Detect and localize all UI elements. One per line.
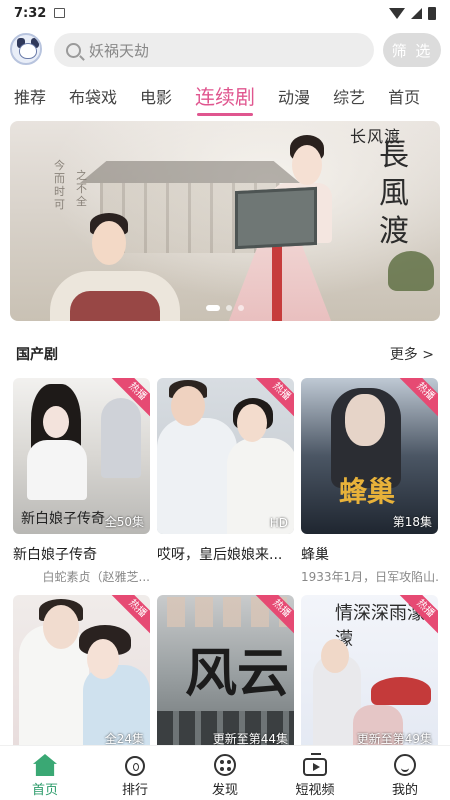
poster-title-art: 蜂巢 (339, 475, 396, 508)
banner-dot[interactable] (226, 305, 232, 311)
drama-title: 蜂巢 (301, 547, 329, 563)
more-link[interactable]: 更多 > (390, 344, 434, 364)
rank-icon (125, 756, 145, 776)
drama-card[interactable]: 新白娘子传奇 热播 全50集 新白娘子传奇 白蛇素贞（赵雅芝... (13, 378, 150, 585)
tab-movies[interactable]: 电影 (140, 78, 172, 108)
tab-puppet-show[interactable]: 布袋戏 (69, 78, 117, 108)
poster-title-art: 新白娘子传奇 (21, 511, 105, 527)
search-input[interactable]: 妖祸天劫 (54, 33, 374, 67)
banner-pagination (10, 305, 440, 311)
wifi-icon (389, 7, 405, 19)
poster-figure-man-head (321, 639, 349, 673)
short-video-icon (303, 758, 327, 776)
search-header: 妖祸天劫 筛 选 (0, 30, 450, 74)
category-tabs: 推荐 布袋戏 电影 连续剧 动漫 综艺 首页 (0, 78, 450, 116)
banner-actress-head (292, 145, 322, 185)
profile-icon (394, 754, 416, 776)
drama-poster[interactable]: 情深深雨濛濛 热播 更新至第49集 (301, 595, 438, 751)
status-time: 7:32 (14, 5, 47, 21)
drama-poster[interactable]: 热播 全24集 (13, 595, 150, 751)
banner-title: 長風渡 (379, 138, 409, 249)
drama-card[interactable]: 风云 热播 更新至第44集 (157, 595, 294, 751)
tab-recommend[interactable]: 推荐 (14, 78, 46, 108)
nav-home-label: 首页 (31, 783, 58, 798)
poster-figure-man (157, 418, 237, 534)
banner-calligraphy-1: 今而时可 (54, 159, 65, 211)
poster-figure-face (43, 406, 69, 438)
signal-icon (411, 7, 422, 19)
nav-short-video-label: 短视频 (295, 783, 335, 798)
section-header: 国产剧 更多 > (16, 342, 434, 366)
search-placeholder: 妖祸天劫 (89, 41, 150, 60)
drama-title: 哎呀，皇后娘娘来... (157, 547, 283, 563)
bottom-navigation: 首页 排行 发现 短视频 我的 (0, 745, 450, 800)
nav-profile[interactable]: 我的 (360, 746, 450, 800)
poster-figure-man (101, 398, 141, 478)
poster-figure-head (345, 394, 385, 446)
tab-anime[interactable]: 动漫 (278, 78, 310, 108)
avatar-face (19, 43, 37, 59)
poster-figure-man-head (43, 605, 79, 649)
nav-discover-label: 发现 (211, 783, 238, 798)
banner-tree (388, 251, 434, 291)
section-title: 国产剧 (16, 347, 58, 363)
episode-label: HD (269, 516, 288, 530)
home-icon (33, 754, 57, 776)
tab-tv-series[interactable]: 连续剧 (195, 78, 255, 116)
drama-card[interactable]: 蜂巢 热播 第18集 蜂巢 1933年1月，日军攻陷山... (301, 378, 438, 585)
drama-subtitle: 白蛇素贞（赵雅芝... (42, 570, 150, 584)
banner-calligraphy-2: 之不全 (76, 169, 87, 208)
banner-dot[interactable] (238, 305, 244, 311)
banner-scroll-prop (235, 186, 317, 250)
filter-button[interactable]: 筛 选 (383, 33, 441, 67)
poster-figure-woman-head (237, 404, 267, 442)
nav-short-video[interactable]: 短视频 (270, 746, 360, 800)
drama-poster[interactable]: 热播 HD (157, 378, 294, 534)
poster-figure-woman-head (87, 639, 119, 679)
drama-subtitle: 1933年1月，日军攻陷山... (301, 570, 438, 584)
search-icon (66, 42, 81, 58)
nav-home[interactable]: 首页 (0, 746, 90, 800)
drama-title: 新白娘子传奇 (13, 547, 97, 563)
nav-ranking-label: 排行 (121, 783, 148, 798)
nav-discover[interactable]: 发现 (180, 746, 270, 800)
tab-home[interactable]: 首页 (388, 78, 420, 108)
episode-label: 全50集 (104, 515, 144, 529)
hot-badge: 热播 (398, 378, 438, 419)
poster-title-art: 风云 (185, 643, 290, 704)
nav-ranking[interactable]: 排行 (90, 746, 180, 800)
drama-poster[interactable]: 新白娘子传奇 热播 全50集 (13, 378, 150, 534)
drama-poster[interactable]: 蜂巢 热播 第18集 (301, 378, 438, 534)
status-icons (389, 6, 436, 20)
banner-building-roof (80, 161, 300, 183)
image-notification-icon (54, 8, 66, 18)
nav-profile-label: 我的 (391, 783, 418, 798)
avatar[interactable] (10, 33, 42, 65)
poster-figure-robe (27, 440, 87, 500)
discover-icon (214, 754, 236, 776)
episode-label: 第18集 (392, 515, 432, 529)
featured-banner[interactable]: 今而时可 之不全 长风渡 長風渡 (10, 121, 440, 321)
banner-actor-head (92, 221, 126, 265)
status-bar: 7:32 (0, 0, 450, 26)
tab-variety[interactable]: 综艺 (333, 78, 365, 108)
poster-umbrella (371, 677, 431, 705)
drama-card[interactable]: 热播 HD 哎呀，皇后娘娘来... (157, 378, 294, 568)
drama-card[interactable]: 热播 全24集 (13, 595, 150, 751)
battery-icon (428, 6, 436, 20)
drama-poster[interactable]: 风云 热播 更新至第44集 (157, 595, 294, 751)
poster-figure-man-head (171, 386, 205, 426)
banner-dot-active[interactable] (206, 305, 220, 311)
drama-card[interactable]: 情深深雨濛濛 热播 更新至第49集 (301, 595, 438, 751)
